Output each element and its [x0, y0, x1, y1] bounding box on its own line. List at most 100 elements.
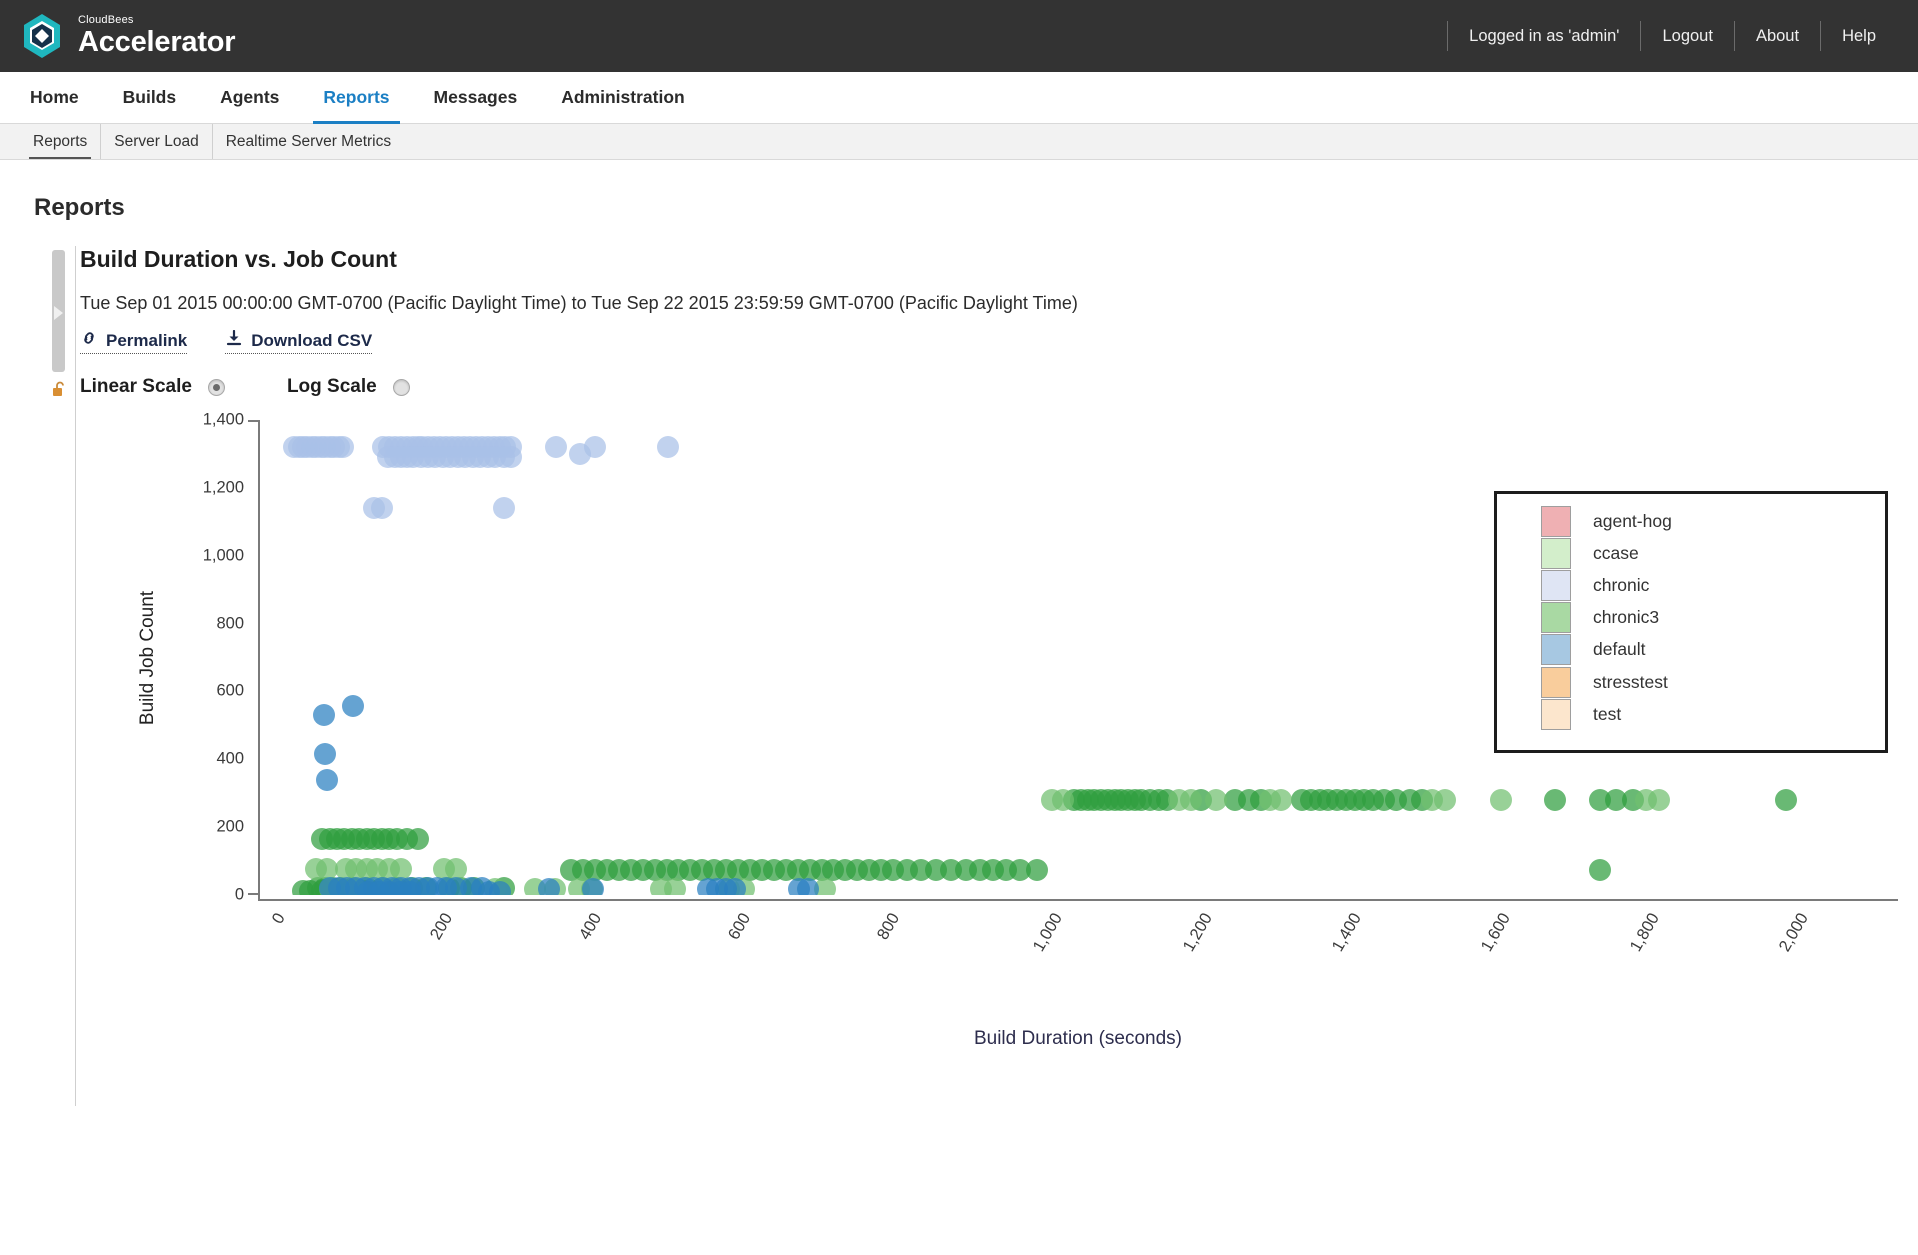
sub-navigation: Reports Server Load Realtime Server Metr…: [0, 124, 1918, 160]
nav-item-messages[interactable]: Messages: [412, 72, 540, 123]
scatter-point[interactable]: [657, 436, 679, 459]
brand-area[interactable]: CloudBees Accelerator: [18, 12, 236, 60]
scatter-point[interactable]: [1544, 789, 1567, 811]
scatter-point[interactable]: [1775, 789, 1798, 811]
x-axis-tick-label: 1,200: [1179, 910, 1216, 955]
linear-scale-label: Linear Scale: [80, 376, 192, 397]
scatter-point[interactable]: [1433, 789, 1456, 811]
legend-entry[interactable]: test: [1541, 698, 1885, 730]
scatter-point[interactable]: [1588, 858, 1611, 881]
scatter-point[interactable]: [537, 877, 560, 895]
scatter-point[interactable]: [664, 877, 687, 895]
linear-scale-radio[interactable]: [207, 378, 225, 396]
nav-item-builds[interactable]: Builds: [101, 72, 198, 123]
legend-label: default: [1593, 639, 1646, 660]
scatter-point[interactable]: [582, 877, 605, 895]
legend-label: test: [1593, 703, 1622, 724]
legend-entry[interactable]: chronic3: [1541, 602, 1885, 634]
scatter-point[interactable]: [1026, 858, 1048, 881]
scatter-point[interactable]: [488, 880, 511, 895]
divider: [1820, 21, 1822, 51]
x-axis-tick-label: 1,000: [1030, 910, 1067, 955]
brand-product-name: Accelerator: [78, 26, 236, 58]
x-axis-tick-label: 200: [426, 910, 457, 943]
y-axis-tick-label: 1,000: [202, 546, 244, 565]
scatter-point[interactable]: [370, 497, 393, 520]
nav-item-reports[interactable]: Reports: [301, 72, 411, 124]
download-csv-action[interactable]: Download CSV: [225, 329, 373, 354]
legend-entry[interactable]: default: [1541, 634, 1885, 666]
panel-collapse-rail[interactable]: [52, 250, 68, 396]
legend-entry[interactable]: chronic: [1541, 569, 1885, 601]
brand-sub-label: CloudBees: [78, 14, 134, 26]
scatter-point[interactable]: [797, 877, 820, 895]
report-actions: Permalink Download CSV: [80, 329, 1918, 354]
scatter-point[interactable]: [1269, 789, 1292, 811]
unlocked-padlock-icon[interactable]: [52, 380, 68, 398]
logout-link[interactable]: Logout: [1642, 21, 1732, 51]
scatter-point[interactable]: [315, 768, 338, 791]
scatter-point[interactable]: [312, 704, 335, 727]
nav-item-agents[interactable]: Agents: [198, 72, 301, 123]
legend-entry[interactable]: stresstest: [1541, 666, 1885, 698]
legend-entry[interactable]: agent-hog: [1541, 505, 1885, 537]
legend-swatch: [1541, 602, 1571, 634]
help-link[interactable]: Help: [1822, 21, 1896, 51]
link-chain-icon: [80, 330, 98, 351]
report-title: Build Duration vs. Job Count: [80, 246, 397, 272]
collapse-panel-arrow-icon[interactable]: [54, 306, 63, 320]
subnav-item-reports[interactable]: Reports: [20, 124, 102, 159]
user-menu-area: Logged in as 'admin' Logout About Help: [1446, 13, 1896, 59]
scatter-point[interactable]: [1052, 789, 1075, 811]
scatter-point[interactable]: [331, 436, 354, 459]
scatter-point[interactable]: [583, 436, 606, 459]
legend-swatch: [1541, 569, 1571, 601]
report-date-range: Tue Sep 01 2015 00:00:00 GMT-0700 (Pacif…: [80, 293, 1078, 313]
scatter-point[interactable]: [342, 694, 365, 717]
page-title: Reports: [34, 194, 125, 221]
x-axis-title: Build Duration (seconds): [973, 1028, 1183, 1049]
download-arrow-icon: [225, 329, 243, 351]
scatter-point[interactable]: [545, 436, 568, 459]
y-axis-title: Build Job Count: [137, 590, 158, 726]
permalink-label: Permalink: [106, 330, 188, 350]
scatter-point[interactable]: [406, 828, 429, 851]
scatter-point[interactable]: [1490, 789, 1513, 811]
y-axis-tick-label: 1,200: [202, 478, 244, 497]
scatter-point[interactable]: [314, 743, 337, 766]
log-scale-label: Log Scale: [286, 376, 377, 397]
scatter-point[interactable]: [1204, 789, 1227, 811]
subnav-item-realtime-server-metrics[interactable]: Realtime Server Metrics: [213, 124, 404, 159]
about-link[interactable]: About: [1736, 21, 1819, 51]
legend-swatch: [1541, 666, 1571, 698]
scale-selector: Linear Scale Log Scale: [80, 376, 1918, 398]
content-region: Build Duration vs. Job Count Tue Sep 01 …: [0, 246, 1918, 1106]
legend-label: ccase: [1593, 542, 1639, 563]
legend-swatch: [1541, 634, 1571, 666]
scatter-point[interactable]: [493, 497, 515, 520]
divider: [1640, 21, 1642, 51]
x-axis-tick-label: 0: [268, 910, 289, 927]
x-axis-tick-label: 1,800: [1626, 910, 1663, 955]
scatter-point[interactable]: [724, 877, 747, 895]
x-axis-tick-label: 2,000: [1775, 910, 1812, 955]
scatter-point[interactable]: [399, 881, 422, 895]
subnav-item-server-load[interactable]: Server Load: [101, 124, 213, 159]
divider: [1447, 21, 1449, 51]
legend-label: chronic3: [1593, 607, 1660, 628]
legend-swatch: [1541, 537, 1571, 569]
permalink-action[interactable]: Permalink: [80, 330, 188, 354]
legend-label: agent-hog: [1593, 510, 1672, 531]
nav-item-administration[interactable]: Administration: [539, 72, 706, 123]
nav-item-home[interactable]: Home: [8, 72, 101, 123]
x-axis-line: [258, 899, 1898, 901]
x-axis-tick-label: 800: [874, 910, 904, 943]
legend-label: stresstest: [1593, 671, 1668, 692]
scatter-point[interactable]: [500, 446, 523, 469]
y-axis-tick-label: 600: [216, 681, 244, 700]
main-navigation: Home Builds Agents Reports Messages Admi…: [0, 72, 1918, 124]
cloudbees-hexagon-logo-icon: [18, 12, 66, 60]
scatter-point[interactable]: [1648, 789, 1671, 811]
legend-entry[interactable]: ccase: [1541, 537, 1885, 569]
log-scale-radio[interactable]: [392, 378, 410, 396]
